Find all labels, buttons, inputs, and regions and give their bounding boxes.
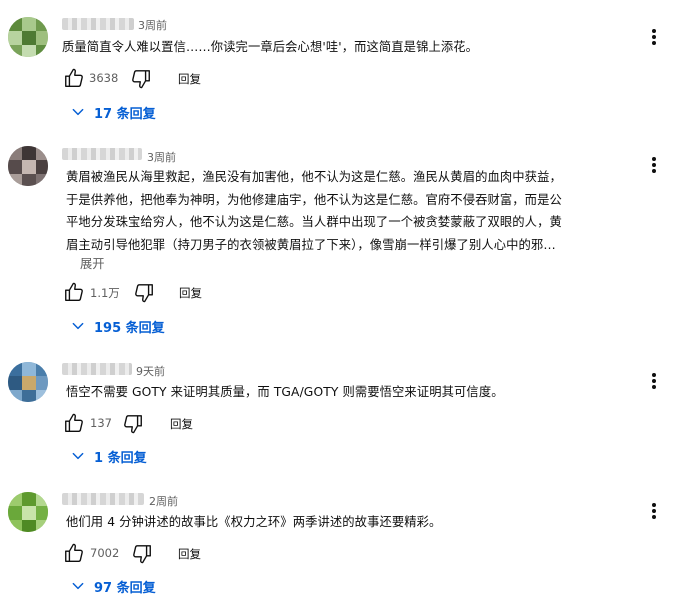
more-actions-icon[interactable] <box>649 371 659 391</box>
expand-button[interactable]: 展开 <box>80 254 105 272</box>
author-name-redacted[interactable] <box>62 363 132 375</box>
comment-text: 黄眉被渔民从海里救起，渔民没有加害他，他不认为这是仁慈。渔民从黄眉的血肉中获益，… <box>66 170 562 252</box>
author-name-redacted[interactable] <box>62 148 142 160</box>
reply-button[interactable]: 回复 <box>170 416 193 432</box>
dislike-icon[interactable] <box>133 282 155 304</box>
view-replies-button[interactable]: 17 条回复 <box>70 101 156 123</box>
more-actions-icon[interactable] <box>649 501 659 521</box>
replies-count-label: 17 条回复 <box>94 106 156 122</box>
dislike-icon[interactable] <box>130 68 152 90</box>
like-count: 7002 <box>90 546 120 560</box>
view-replies-button[interactable]: 97 条回复 <box>70 575 156 597</box>
chevron-down-icon <box>70 318 86 334</box>
replies-count-label: 97 条回复 <box>94 580 156 596</box>
replies-count-label: 195 条回复 <box>94 320 165 336</box>
avatar[interactable] <box>8 17 48 57</box>
avatar[interactable] <box>8 146 48 186</box>
author-name-redacted[interactable] <box>62 18 134 30</box>
reply-button[interactable]: 回复 <box>179 285 202 301</box>
comment-timestamp[interactable]: 9天前 <box>136 363 165 379</box>
replies-count-label: 1 条回复 <box>94 450 147 466</box>
chevron-down-icon <box>70 448 86 464</box>
dislike-icon[interactable] <box>122 413 144 435</box>
like-count: 1.1万 <box>90 286 120 300</box>
reply-button[interactable]: 回复 <box>178 71 201 87</box>
like-icon[interactable] <box>63 281 85 303</box>
like-icon[interactable] <box>63 67 85 89</box>
comment-timestamp[interactable]: 3周前 <box>138 17 167 33</box>
like-count: 137 <box>90 416 112 430</box>
comment-timestamp[interactable]: 3周前 <box>147 149 176 165</box>
dislike-icon[interactable] <box>131 543 153 565</box>
comment-text: 悟空不需要 GOTY 来证明其质量，而 TGA/GOTY 则需要悟空来证明其可信… <box>66 385 504 399</box>
chevron-down-icon <box>70 104 86 120</box>
like-icon[interactable] <box>63 542 85 564</box>
more-actions-icon[interactable] <box>649 155 659 175</box>
comment-text: 他们用 4 分钟讲述的故事比《权力之环》两季讲述的故事还要精彩。 <box>66 515 442 529</box>
comment-timestamp[interactable]: 2周前 <box>149 493 178 509</box>
like-count: 3638 <box>89 71 119 85</box>
like-icon[interactable] <box>63 412 85 434</box>
view-replies-button[interactable]: 195 条回复 <box>70 315 165 337</box>
avatar[interactable] <box>8 492 48 532</box>
comment-text: 质量简直令人难以置信……你读完一章后会心想'哇'，而这简直是锦上添花。 <box>62 40 479 54</box>
view-replies-button[interactable]: 1 条回复 <box>70 445 147 467</box>
chevron-down-icon <box>70 578 86 594</box>
avatar[interactable] <box>8 362 48 402</box>
more-actions-icon[interactable] <box>649 27 659 47</box>
author-name-redacted[interactable] <box>62 493 144 505</box>
reply-button[interactable]: 回复 <box>178 546 201 562</box>
